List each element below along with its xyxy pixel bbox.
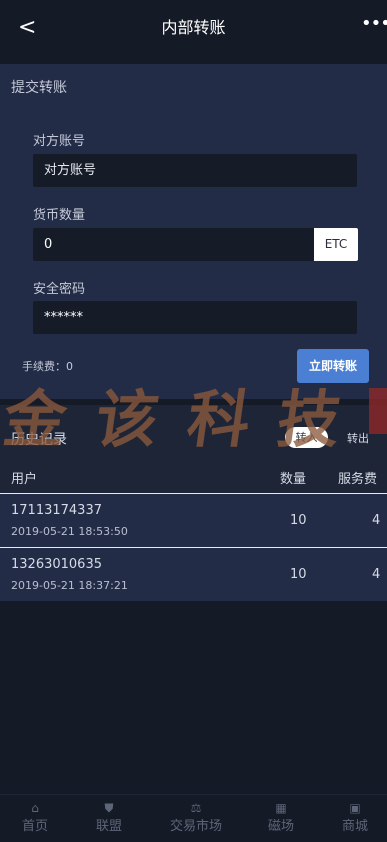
row-time: 2019-05-21 18:53:50 [11,525,128,538]
nav-label: 联盟 [95,819,122,834]
trade-icon: ⚖ [190,801,202,815]
page-title: 内部转账 [161,18,226,37]
history-title: 历史记录 [11,432,67,448]
home-icon: ⌂ [31,801,39,815]
row-time: 2019-05-21 18:37:21 [11,579,128,592]
bottom-nav: ⌂ 首页 ⛊ 联盟 ⚖ 交易市场 ▦ 磁场 ▣ 商城 [0,794,387,842]
nav-label: 首页 [21,819,48,834]
currency-unit-badge: ETC [314,228,358,261]
shield-icon: ⛊ [104,801,114,815]
row-fee: 4 [372,513,381,528]
row-user: 13263010635 [11,557,102,572]
nav-label: 交易市场 [169,819,222,834]
row-quantity: 10 [290,567,307,582]
fee-text: 手续费：0 [22,360,73,373]
table-row: 13263010635 2019-05-21 18:37:21 10 4 [0,548,387,601]
nav-item-store[interactable]: ▣ 商城 [320,799,387,837]
nav-item-field[interactable]: ▦ 磁场 [246,799,316,837]
quantity-input[interactable]: 0 [33,228,314,261]
password-input[interactable]: ****** [33,301,357,334]
column-header-fee: 服务费 [338,472,378,487]
table-row: 17113174337 2019-05-21 18:53:50 10 4 [0,494,387,547]
nav-label: 磁场 [267,819,294,834]
history-header: 历史记录 转入 转出 用户 数量 服务费 [0,405,387,493]
nav-item-home[interactable]: ⌂ 首页 [0,799,70,837]
row-quantity: 10 [290,513,307,528]
form-heading: 提交转账 [11,80,67,96]
password-label: 安全密码 [33,282,86,297]
tab-transfer-in[interactable]: 转入 [285,427,328,448]
quantity-label: 货币数量 [33,208,86,223]
nav-item-market[interactable]: ⚖ 交易市场 [160,799,232,837]
account-label: 对方账号 [33,134,86,149]
tab-transfer-out[interactable]: 转出 [347,430,369,446]
column-header-user: 用户 [11,472,38,487]
nav-item-alliance[interactable]: ⛊ 联盟 [74,799,144,837]
row-user: 17113174337 [11,503,102,518]
transfer-form-panel: 提交转账 对方账号 对方账号 货币数量 0 ETC 安全密码 ****** 手续… [0,64,387,399]
more-dots-icon[interactable]: ••• [361,12,387,40]
row-fee: 4 [372,567,381,582]
field-icon: ▦ [275,801,287,815]
store-icon: ▣ [349,801,361,815]
top-bar: < 内部转账 ••• [0,0,387,57]
account-input[interactable]: 对方账号 [33,154,357,187]
nav-label: 商城 [341,819,368,834]
column-header-quantity: 数量 [280,472,307,487]
submit-transfer-button[interactable]: 立即转账 [297,349,369,383]
